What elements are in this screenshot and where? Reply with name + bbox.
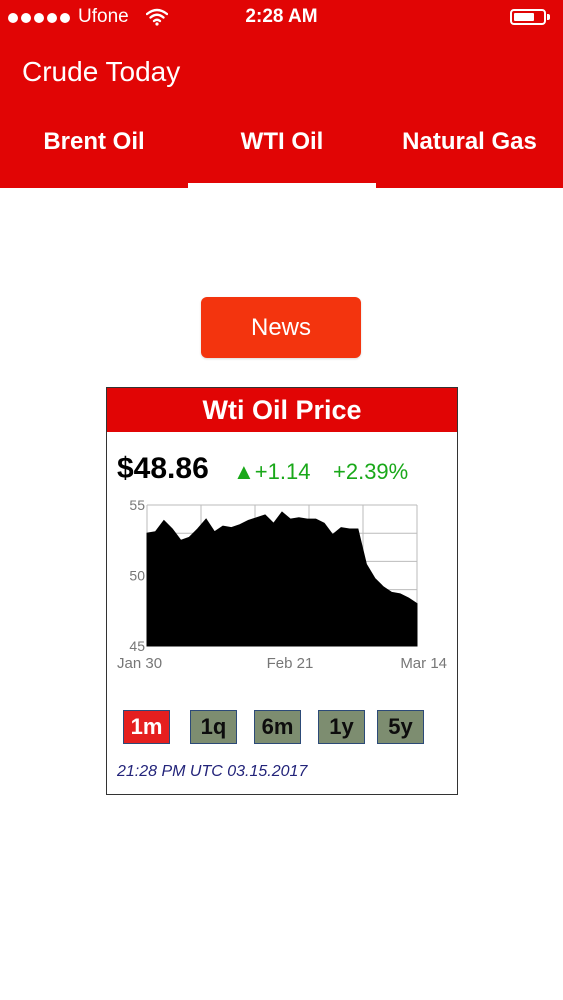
price-chart: 45 50 55 Jan 30 Feb 21 Mar 14: [117, 497, 447, 672]
price-change: ▲+1.14: [233, 459, 310, 485]
range-1m-button[interactable]: 1m: [123, 710, 170, 744]
tab-wti-oil[interactable]: WTI Oil: [188, 128, 376, 156]
chart-x-tick-label: Mar 14: [400, 655, 447, 672]
news-button[interactable]: News: [201, 297, 361, 358]
chart-x-tick-label: Jan 30: [117, 655, 162, 672]
battery-icon: [510, 9, 550, 25]
range-6m-button[interactable]: 6m: [254, 710, 301, 744]
app-title: Crude Today: [22, 56, 181, 87]
up-triangle-icon: ▲: [233, 459, 255, 484]
status-bar: Ufone 2:28 AM: [0, 0, 563, 36]
range-1q-button[interactable]: 1q: [190, 710, 237, 744]
price-widget: Wti Oil Price $48.86 ▲+1.14 +2.39% 45 50 5…: [106, 387, 458, 795]
chart-y-tick-label: 50: [129, 568, 145, 584]
widget-title: Wti Oil Price: [107, 388, 457, 432]
app-header: Ufone 2:28 AM Crude Today Brent Oil WTI …: [0, 0, 563, 188]
chart-y-tick-label: 55: [129, 497, 145, 513]
price-change-percent: +2.39%: [333, 459, 409, 484]
price-change-value: +1.14: [254, 459, 311, 484]
update-timestamp: 21:28 PM UTC 03.15.2017: [117, 763, 308, 780]
status-time: 2:28 AM: [245, 6, 318, 27]
range-1y-button[interactable]: 1y: [318, 710, 365, 744]
chart-area-series: [146, 511, 418, 647]
tab-natural-gas[interactable]: Natural Gas: [376, 128, 563, 156]
chart-y-tick-label: 45: [129, 638, 145, 654]
tab-brent-oil[interactable]: Brent Oil: [0, 128, 188, 156]
range-5y-button[interactable]: 5y: [377, 710, 424, 744]
chart-x-tick-label: Feb 21: [267, 655, 314, 672]
current-price: $48.86: [117, 452, 209, 485]
active-tab-indicator: [188, 183, 376, 188]
